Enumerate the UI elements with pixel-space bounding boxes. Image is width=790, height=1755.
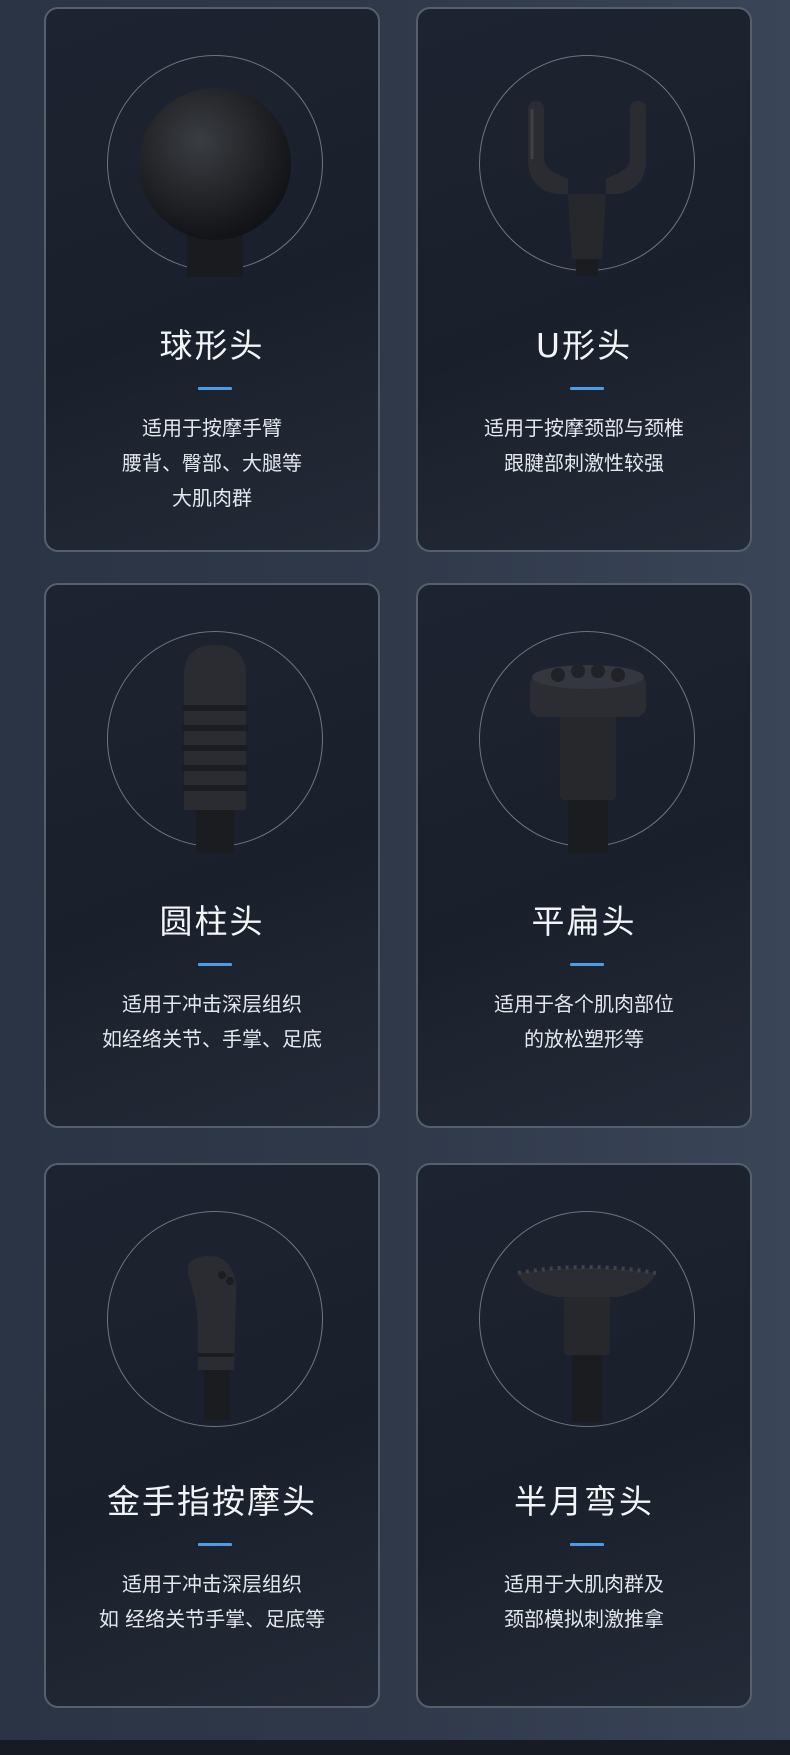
crescent-head-icon bbox=[517, 1265, 657, 1422]
card-title: U形头 bbox=[535, 326, 633, 365]
bullet-head-icon bbox=[182, 645, 248, 853]
card-description: 适用于冲击深层组织 如经络关节、手掌、足底 bbox=[102, 992, 322, 1051]
card-u-head: U形头 适用于按摩颈部与颈椎 跟腱部刺激性较强 bbox=[416, 7, 752, 552]
card-title: 金手指按摩头 bbox=[107, 1482, 317, 1521]
accent-line bbox=[198, 387, 232, 390]
card-flat-head: 平扁头 适用于各个肌肉部位 的放松塑形等 bbox=[416, 583, 752, 1128]
accent-line bbox=[198, 963, 232, 966]
card-description: 适用于冲击深层组织 如 经络关节手掌、足底等 bbox=[98, 1572, 326, 1631]
card-description: 适用于各个肌肉部位 的放松塑形等 bbox=[494, 992, 674, 1051]
accent-line bbox=[570, 1543, 604, 1546]
finger-head-icon bbox=[188, 1256, 237, 1420]
card-bullet-head: 圆柱头 适用于冲击深层组织 如经络关节、手掌、足底 bbox=[44, 583, 380, 1128]
ball-head-icon bbox=[139, 88, 291, 277]
accent-line bbox=[570, 963, 604, 966]
card-title: 半月弯头 bbox=[514, 1482, 654, 1521]
bottom-strip bbox=[0, 1740, 790, 1755]
accent-line bbox=[570, 387, 604, 390]
card-ball-head: 球形头 适用于按摩手臂 腰背、臀部、大腿等 大肌肉群 bbox=[44, 7, 380, 552]
card-title: 圆柱头 bbox=[159, 902, 265, 941]
card-crescent-head: 半月弯头 适用于大肌肉群及 颈部模拟刺激推拿 bbox=[416, 1163, 752, 1708]
massage-head-grid: 球形头 适用于按摩手臂 腰背、臀部、大腿等 大肌肉群 U形头 适用于按摩颈部与颈… bbox=[0, 0, 790, 1755]
u-head-icon bbox=[528, 101, 646, 276]
card-description: 适用于大肌肉群及 颈部模拟刺激推拿 bbox=[504, 1572, 664, 1631]
accent-line bbox=[198, 1543, 232, 1546]
card-finger-head: 金手指按摩头 适用于冲击深层组织 如 经络关节手掌、足底等 bbox=[44, 1163, 380, 1708]
flat-head-icon bbox=[530, 664, 646, 853]
card-description: 适用于按摩颈部与颈椎 跟腱部刺激性较强 bbox=[484, 416, 684, 475]
card-title: 球形头 bbox=[159, 326, 265, 365]
card-description: 适用于按摩手臂 腰背、臀部、大腿等 大肌肉群 bbox=[122, 416, 302, 510]
card-title: 平扁头 bbox=[531, 902, 637, 941]
